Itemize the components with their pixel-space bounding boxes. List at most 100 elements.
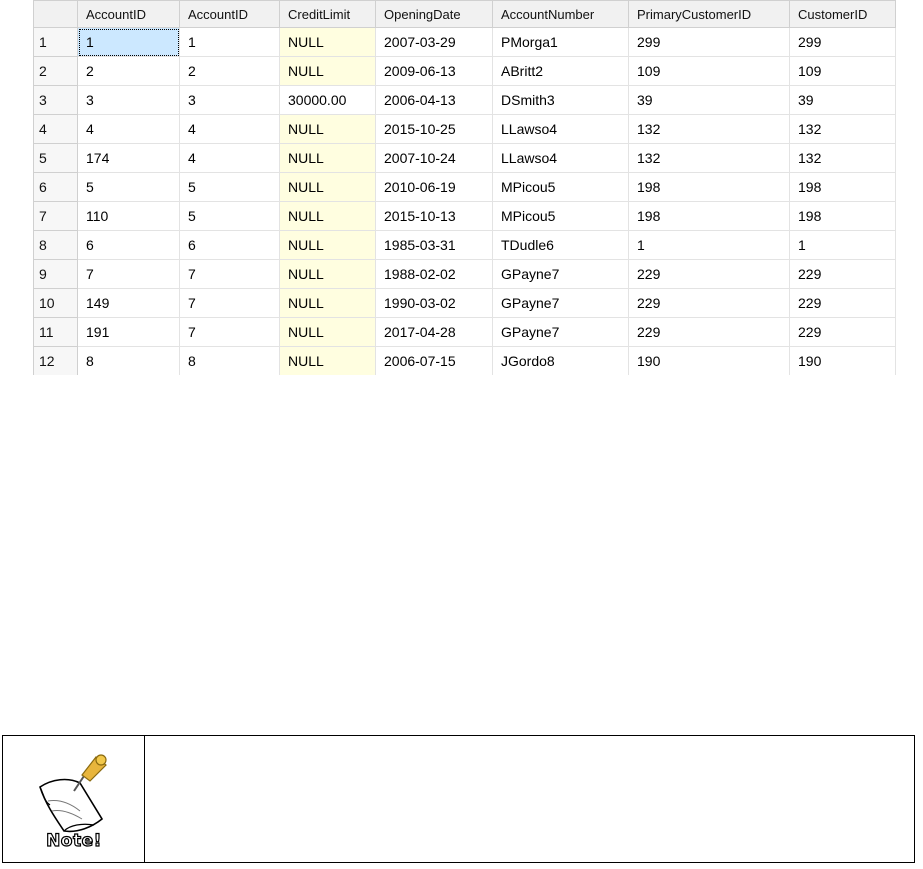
cell-customerid[interactable]: 109 — [789, 56, 896, 86]
cell-creditlimit[interactable]: NULL — [279, 27, 376, 57]
cell-accountnumber[interactable]: MPicou5 — [492, 172, 629, 202]
cell-accountid[interactable]: 5 — [77, 172, 180, 202]
cell-accountid-2[interactable]: 7 — [179, 288, 280, 318]
cell-primarycustomerid[interactable]: 229 — [628, 317, 790, 347]
cell-creditlimit[interactable]: NULL — [279, 172, 376, 202]
cell-openingdate[interactable]: 2007-03-29 — [375, 27, 493, 57]
row-number-cell[interactable]: 8 — [33, 230, 78, 260]
cell-primarycustomerid[interactable]: 1 — [628, 230, 790, 260]
column-header-openingdate[interactable]: OpeningDate — [375, 0, 493, 28]
cell-accountid-2[interactable]: 3 — [179, 85, 280, 115]
cell-accountid-2[interactable]: 5 — [179, 201, 280, 231]
cell-customerid[interactable]: 132 — [789, 114, 896, 144]
cell-accountnumber[interactable]: TDudle6 — [492, 230, 629, 260]
cell-accountnumber[interactable]: GPayne7 — [492, 317, 629, 347]
cell-openingdate[interactable]: 2017-04-28 — [375, 317, 493, 347]
cell-openingdate[interactable]: 2010-06-19 — [375, 172, 493, 202]
cell-customerid[interactable]: 190 — [789, 346, 896, 375]
cell-openingdate[interactable]: 2009-06-13 — [375, 56, 493, 86]
cell-customerid[interactable]: 229 — [789, 259, 896, 289]
table-row[interactable]: 5 174 4 NULL 2007-10-24 LLawso4 132 132 — [33, 143, 896, 173]
cell-openingdate[interactable]: 1990-03-02 — [375, 288, 493, 318]
row-number-cell[interactable]: 6 — [33, 172, 78, 202]
cell-primarycustomerid[interactable]: 109 — [628, 56, 790, 86]
row-number-cell[interactable]: 10 — [33, 288, 78, 318]
cell-accountid[interactable]: 149 — [77, 288, 180, 318]
column-header-accountnumber[interactable]: AccountNumber — [492, 0, 629, 28]
cell-primarycustomerid[interactable]: 198 — [628, 172, 790, 202]
table-row[interactable]: 2 2 2 NULL 2009-06-13 ABritt2 109 109 — [33, 56, 896, 86]
cell-openingdate[interactable]: 2015-10-25 — [375, 114, 493, 144]
cell-accountid-2[interactable]: 2 — [179, 56, 280, 86]
cell-accountnumber[interactable]: LLawso4 — [492, 143, 629, 173]
cell-creditlimit[interactable]: NULL — [279, 259, 376, 289]
column-header-primarycustomerid[interactable]: PrimaryCustomerID — [628, 0, 790, 28]
cell-creditlimit[interactable]: NULL — [279, 56, 376, 86]
row-number-cell[interactable]: 5 — [33, 143, 78, 173]
row-number-cell[interactable]: 9 — [33, 259, 78, 289]
cell-openingdate[interactable]: 1985-03-31 — [375, 230, 493, 260]
cell-accountnumber[interactable]: DSmith3 — [492, 85, 629, 115]
column-header-creditlimit[interactable]: CreditLimit — [279, 0, 376, 28]
row-number-cell[interactable]: 1 — [33, 27, 78, 57]
cell-accountid[interactable]: 191 — [77, 317, 180, 347]
cell-accountnumber[interactable]: JGordo8 — [492, 346, 629, 375]
cell-accountid-2[interactable]: 6 — [179, 230, 280, 260]
table-row[interactable]: 3 3 3 30000.00 2006-04-13 DSmith3 39 39 — [33, 85, 896, 115]
cell-accountnumber[interactable]: LLawso4 — [492, 114, 629, 144]
table-row[interactable]: 6 5 5 NULL 2010-06-19 MPicou5 198 198 — [33, 172, 896, 202]
cell-primarycustomerid[interactable]: 229 — [628, 259, 790, 289]
cell-creditlimit[interactable]: NULL — [279, 143, 376, 173]
column-header-customerid[interactable]: CustomerID — [789, 0, 896, 28]
cell-accountid-2[interactable]: 4 — [179, 114, 280, 144]
cell-primarycustomerid[interactable]: 39 — [628, 85, 790, 115]
cell-openingdate[interactable]: 2006-04-13 — [375, 85, 493, 115]
row-number-cell[interactable]: 2 — [33, 56, 78, 86]
cell-creditlimit[interactable]: 30000.00 — [279, 85, 376, 115]
cell-accountid[interactable]: 4 — [77, 114, 180, 144]
cell-accountid[interactable]: 6 — [77, 230, 180, 260]
cell-primarycustomerid[interactable]: 229 — [628, 288, 790, 318]
cell-customerid[interactable]: 132 — [789, 143, 896, 173]
cell-accountid[interactable]: 7 — [77, 259, 180, 289]
cell-accountid[interactable]: 2 — [77, 56, 180, 86]
table-row[interactable]: 8 6 6 NULL 1985-03-31 TDudle6 1 1 — [33, 230, 896, 260]
cell-accountnumber[interactable]: GPayne7 — [492, 259, 629, 289]
cell-customerid[interactable]: 1 — [789, 230, 896, 260]
row-number-cell[interactable]: 11 — [33, 317, 78, 347]
table-row[interactable]: 4 4 4 NULL 2015-10-25 LLawso4 132 132 — [33, 114, 896, 144]
cell-accountnumber[interactable]: GPayne7 — [492, 288, 629, 318]
column-header-accountid[interactable]: AccountID — [77, 0, 180, 28]
cell-openingdate[interactable]: 2015-10-13 — [375, 201, 493, 231]
cell-customerid[interactable]: 299 — [789, 27, 896, 57]
cell-accountid[interactable]: 110 — [77, 201, 180, 231]
cell-openingdate[interactable]: 2007-10-24 — [375, 143, 493, 173]
row-number-cell[interactable]: 3 — [33, 85, 78, 115]
cell-accountid[interactable]: 174 — [77, 143, 180, 173]
row-number-cell[interactable]: 4 — [33, 114, 78, 144]
cell-accountnumber[interactable]: MPicou5 — [492, 201, 629, 231]
cell-accountnumber[interactable]: PMorga1 — [492, 27, 629, 57]
column-header-accountid-2[interactable]: AccountID — [179, 0, 280, 28]
cell-creditlimit[interactable]: NULL — [279, 317, 376, 347]
table-row[interactable]: 9 7 7 NULL 1988-02-02 GPayne7 229 229 — [33, 259, 896, 289]
cell-accountid-2[interactable]: 7 — [179, 317, 280, 347]
cell-customerid[interactable]: 229 — [789, 317, 896, 347]
cell-primarycustomerid[interactable]: 132 — [628, 143, 790, 173]
cell-accountid[interactable]: 8 — [77, 346, 180, 375]
cell-accountid[interactable]: 1 — [77, 27, 180, 57]
grid-corner-cell[interactable] — [33, 0, 78, 28]
table-row[interactable]: 11 191 7 NULL 2017-04-28 GPayne7 229 229 — [33, 317, 896, 347]
table-row[interactable]: 7 110 5 NULL 2015-10-13 MPicou5 198 198 — [33, 201, 896, 231]
cell-creditlimit[interactable]: NULL — [279, 230, 376, 260]
cell-primarycustomerid[interactable]: 132 — [628, 114, 790, 144]
table-row[interactable]: 1 1 1 NULL 2007-03-29 PMorga1 299 299 — [33, 27, 896, 57]
cell-customerid[interactable]: 198 — [789, 172, 896, 202]
row-number-cell[interactable]: 7 — [33, 201, 78, 231]
cell-customerid[interactable]: 198 — [789, 201, 896, 231]
cell-creditlimit[interactable]: NULL — [279, 201, 376, 231]
cell-creditlimit[interactable]: NULL — [279, 288, 376, 318]
cell-customerid[interactable]: 229 — [789, 288, 896, 318]
cell-accountid-2[interactable]: 7 — [179, 259, 280, 289]
table-row[interactable]: 12 8 8 NULL 2006-07-15 JGordo8 190 190 — [33, 346, 896, 375]
